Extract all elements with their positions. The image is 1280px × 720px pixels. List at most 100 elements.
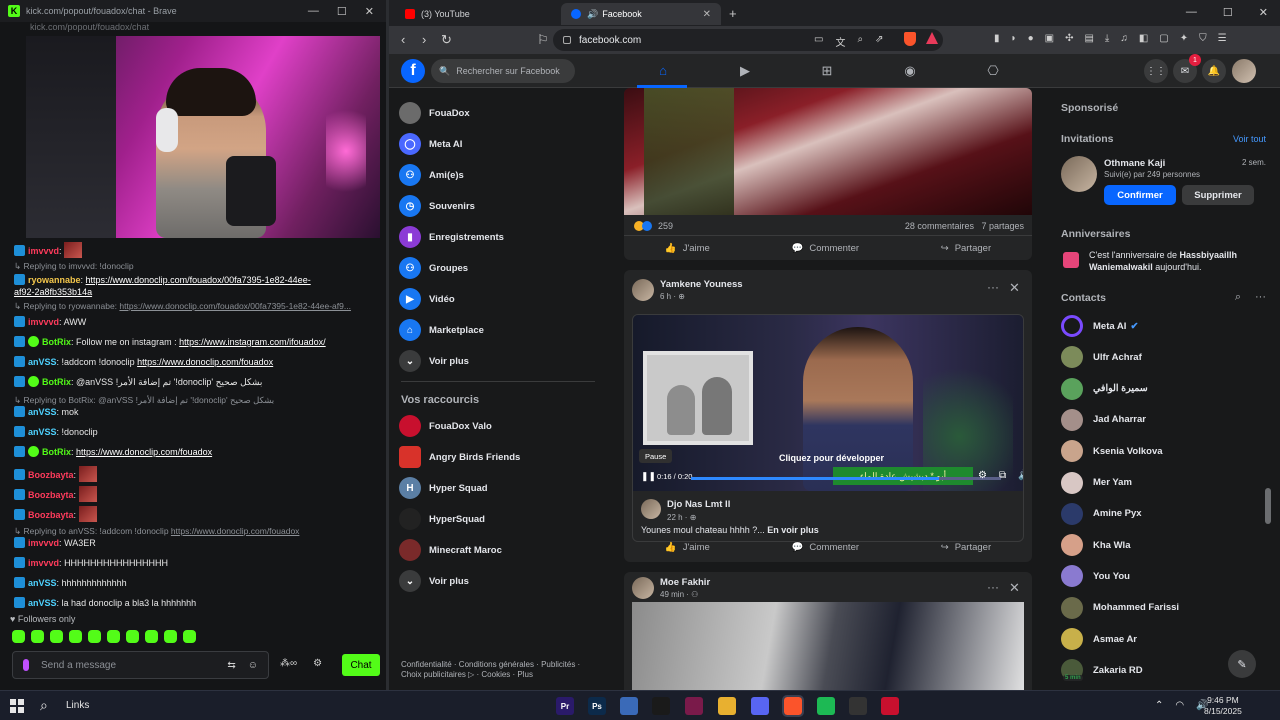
left-nav-item[interactable]: ◯ Meta AI — [399, 131, 462, 157]
left-nav-item[interactable]: ⚇ Groupes — [399, 255, 468, 281]
left-nav-item[interactable]: ◷ Souvenirs — [399, 193, 475, 219]
reload-icon[interactable]: ↻ — [441, 32, 452, 48]
minimize-icon[interactable]: — — [308, 5, 319, 18]
invite-avatar[interactable] — [1061, 156, 1097, 192]
notifications-bell-icon[interactable]: 🔔 — [1202, 59, 1226, 83]
new-tab-button[interactable]: + — [729, 6, 737, 21]
left-nav-item[interactable]: FouaDox — [399, 100, 470, 126]
taskbar-app-icon[interactable] — [620, 697, 638, 715]
forward-icon[interactable]: › — [422, 32, 426, 47]
extension-icon[interactable]: ● — [1028, 33, 1034, 44]
chat-username[interactable]: BotRix — [42, 377, 71, 387]
contact-item[interactable]: Amine Pyx — [1061, 502, 1142, 525]
brave-shields-icon[interactable] — [904, 32, 916, 46]
page-scrollbar[interactable] — [1265, 488, 1271, 524]
facebook-logo-icon[interactable]: f — [401, 59, 425, 83]
pip-icon[interactable]: ⧉ — [999, 470, 1006, 481]
left-nav-item[interactable]: ▶ Vidéo — [399, 286, 455, 312]
comment-button[interactable]: 💬 Commenter — [792, 243, 859, 254]
post-video-thumbnail[interactable] — [632, 602, 1024, 690]
taskbar-clock[interactable]: 9:46 PM 8/15/2025 — [1204, 695, 1242, 717]
bookmark-icon[interactable]: ⚐ — [537, 32, 549, 48]
taskbar-app-icon[interactable] — [782, 695, 804, 717]
volume-icon[interactable]: 🔊 — [1018, 470, 1023, 481]
contact-item[interactable]: Mer Yam — [1061, 471, 1132, 494]
emote-quick-bar[interactable] — [12, 630, 196, 643]
facebook-search-input[interactable]: 🔍 Rechercher sur Facebook — [431, 59, 575, 83]
address-bar[interactable]: facebook.com — [553, 29, 943, 51]
share-button[interactable]: ↪ Partager — [941, 243, 991, 254]
chat-username[interactable]: imvvvd — [28, 246, 59, 256]
share-icon[interactable]: ⇗ — [875, 34, 883, 49]
post-image[interactable] — [624, 88, 1032, 215]
marketplace-nav-icon[interactable]: ⊞ — [819, 63, 835, 79]
extension-icon[interactable]: ▮ — [994, 33, 1000, 44]
puzzle-icon[interactable]: ✣ — [1065, 33, 1073, 44]
invite-name[interactable]: Othmane Kaji — [1104, 158, 1165, 169]
post-author[interactable]: Moe Fakhir — [660, 577, 710, 588]
media-icon[interactable]: ♫ — [1120, 33, 1128, 44]
comment-count[interactable]: 28 commentaires — [905, 221, 974, 231]
shortcut-item[interactable]: Angry Birds Friends — [399, 444, 520, 470]
chat-username[interactable]: anVSS — [28, 357, 57, 367]
taskbar-app-icon[interactable] — [718, 697, 736, 715]
taskbar-app-icon[interactable] — [685, 697, 703, 715]
shared-author[interactable]: Djo Nas Lmt Il — [667, 499, 730, 510]
chevron-up-icon[interactable]: ⌃ — [1155, 700, 1163, 711]
emote[interactable] — [31, 630, 44, 643]
emote[interactable] — [69, 630, 82, 643]
confirm-button[interactable]: Confirmer — [1104, 185, 1176, 205]
shared-author-avatar[interactable] — [641, 499, 661, 519]
groups-nav-icon[interactable]: ◉ — [902, 63, 918, 79]
left-nav-item[interactable]: ⌄ Voir plus — [399, 348, 469, 374]
tab-facebook[interactable]: 🔊 Facebook ✕ — [561, 3, 721, 25]
contact-item[interactable]: Zakaria RD 5 min — [1061, 659, 1143, 682]
taskbar-app-icon[interactable] — [849, 697, 867, 715]
cast-icon[interactable]: ▭ — [814, 34, 823, 49]
shortcut-item[interactable]: ⌄ Voir plus — [399, 568, 469, 594]
contact-item[interactable]: Ulfr Achraf — [1061, 346, 1142, 369]
chat-link[interactable]: https://www.donoclip.com/fouadox — [137, 357, 273, 367]
chat-send-button[interactable]: Chat — [342, 654, 380, 676]
brave-rewards-icon[interactable] — [926, 32, 938, 44]
delete-button[interactable]: Supprimer — [1182, 185, 1254, 205]
leo-icon[interactable]: ✦ — [1180, 33, 1188, 44]
shortcut-item[interactable]: H Hyper Squad — [399, 475, 488, 501]
chat-username[interactable]: BotRix — [42, 447, 71, 457]
translate-icon[interactable]: ⇆ — [227, 660, 235, 671]
left-nav-item[interactable]: ⚇ Ami(e)s — [399, 162, 464, 188]
translate-icon[interactable]: 文 — [835, 34, 845, 49]
post-time[interactable]: 6 h · ⊕ — [660, 292, 685, 301]
chat-link[interactable]: https://www.instagram.com/ifouadox/ — [179, 337, 326, 347]
settings-icon[interactable]: ⚙ — [978, 470, 987, 481]
pause-icon[interactable]: ❚❚ — [641, 471, 656, 482]
search-icon[interactable]: ⌕ — [40, 697, 48, 714]
search-icon[interactable]: ⌕ — [1235, 291, 1241, 304]
panel-icon[interactable]: ◧ — [1139, 33, 1148, 44]
reaction-summary[interactable]: 259 — [634, 221, 673, 231]
reply-link[interactable]: https://www.donoclip.com/fouadox/00fa739… — [119, 301, 351, 311]
zoom-icon[interactable]: ⌕ — [857, 34, 863, 49]
chat-username[interactable]: Boozbayta — [28, 510, 74, 520]
post-author[interactable]: Yamkene Youness — [660, 279, 743, 290]
network-icon[interactable]: ◠ — [1175, 700, 1184, 711]
chat-username[interactable]: Boozbayta — [28, 470, 74, 480]
shortcut-item[interactable]: FouaDox Valo — [399, 413, 492, 439]
chat-username[interactable]: anVSS — [28, 407, 57, 417]
loyalty-icon[interactable]: ⁂∞ — [280, 658, 297, 669]
emote[interactable] — [126, 630, 139, 643]
menu-icon[interactable]: ☰ — [1218, 33, 1227, 44]
emote[interactable] — [164, 630, 177, 643]
start-button[interactable] — [10, 699, 24, 713]
facebook-footer-links[interactable]: Confidentialité · Conditions générales ·… — [401, 660, 601, 680]
taskbar-app-icon[interactable]: Ps — [588, 697, 606, 715]
more-options-icon[interactable]: ··· — [987, 280, 999, 294]
back-icon[interactable]: ‹ — [401, 32, 405, 47]
chat-username[interactable]: imvvvd — [28, 317, 59, 327]
reply-link[interactable]: https://www.donoclip.com/fouadox — [171, 526, 300, 536]
video-player[interactable]: Pause Cliquez pour développer أبو * دبشي… — [633, 315, 1023, 491]
emote[interactable] — [50, 630, 63, 643]
contact-item[interactable]: Mohammed Farissi — [1061, 596, 1179, 619]
contact-item[interactable]: Asmae Ar — [1061, 628, 1137, 650]
emote[interactable] — [107, 630, 120, 643]
